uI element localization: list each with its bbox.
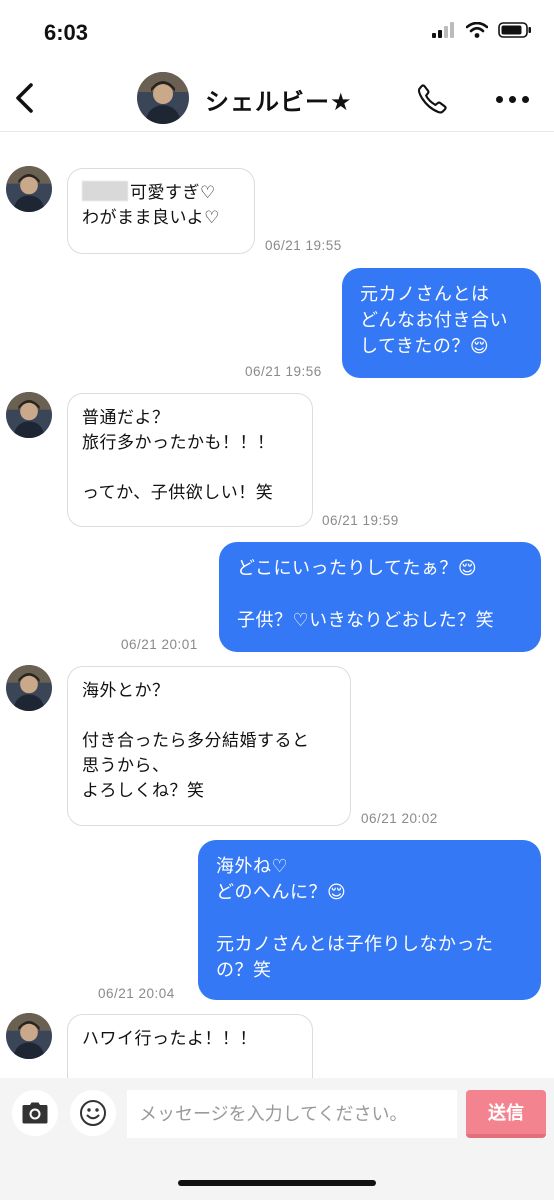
status-bar: 6:03 xyxy=(0,0,554,64)
camera-button[interactable] xyxy=(12,1090,58,1136)
more-dot-icon xyxy=(521,95,529,103)
signal-icon xyxy=(432,22,454,38)
phone-icon xyxy=(417,84,447,114)
incoming-message-bubble: 可愛すぎ♡ わがまま良いよ♡ xyxy=(67,168,255,254)
wifi-icon xyxy=(466,22,488,38)
home-indicator xyxy=(178,1180,376,1186)
message-timestamp: 06/21 19:56 xyxy=(245,364,322,379)
sender-avatar[interactable] xyxy=(6,392,52,438)
contact-avatar[interactable] xyxy=(137,72,189,124)
message-timestamp: 06/21 19:59 xyxy=(322,513,399,528)
send-button[interactable]: 送信 xyxy=(466,1090,546,1138)
battery-icon xyxy=(498,22,531,38)
smiley-icon xyxy=(80,1100,106,1126)
status-icons xyxy=(432,22,532,38)
sender-avatar[interactable] xyxy=(6,665,52,711)
redacted-text xyxy=(82,181,128,201)
outgoing-message-bubble: どこにいったりしてたぁ？😌 子供？♡いきなりどおした？笑 xyxy=(219,542,541,652)
incoming-message-bubble: 海外とか？ 付き合ったら多分結婚すると 思うから、 よろしくね？笑 xyxy=(67,666,351,826)
more-dot-icon xyxy=(508,95,516,103)
message-text: わがまま良いよ♡ xyxy=(82,208,220,228)
more-options-button[interactable] xyxy=(490,84,534,114)
incoming-message-bubble: 普通だよ？ 旅行多かったかも！！！ ってか、子供欲しい！笑 xyxy=(67,393,313,527)
message-timestamp: 06/21 20:04 xyxy=(98,986,175,1001)
outgoing-message-bubble: 元カノさんとは どんなお付き合い してきたの？😌 xyxy=(342,268,541,378)
message-timestamp: 06/21 19:55 xyxy=(265,238,342,253)
message-timestamp: 06/21 20:01 xyxy=(121,637,198,652)
status-time: 6:03 xyxy=(44,20,89,45)
message-input[interactable] xyxy=(127,1090,457,1138)
message-text: 可愛すぎ♡ xyxy=(130,183,216,203)
contact-name: シェルビー★ xyxy=(205,88,353,116)
chat-header: シェルビー★ xyxy=(0,64,554,132)
chevron-left-icon xyxy=(16,83,33,113)
camera-icon xyxy=(22,1102,48,1124)
more-dot-icon xyxy=(495,95,503,103)
sender-avatar[interactable] xyxy=(6,1013,52,1059)
message-timestamp: 06/21 20:02 xyxy=(361,811,438,826)
emoji-button[interactable] xyxy=(70,1090,116,1136)
outgoing-message-bubble: 海外ね♡ どのへんに？😌 元カノさんとは子作りしなかった の？笑 xyxy=(198,840,541,1000)
sender-avatar[interactable] xyxy=(6,166,52,212)
message-input-bar: 送信 xyxy=(0,1078,554,1200)
back-button[interactable] xyxy=(8,78,42,118)
call-button[interactable] xyxy=(413,80,451,118)
